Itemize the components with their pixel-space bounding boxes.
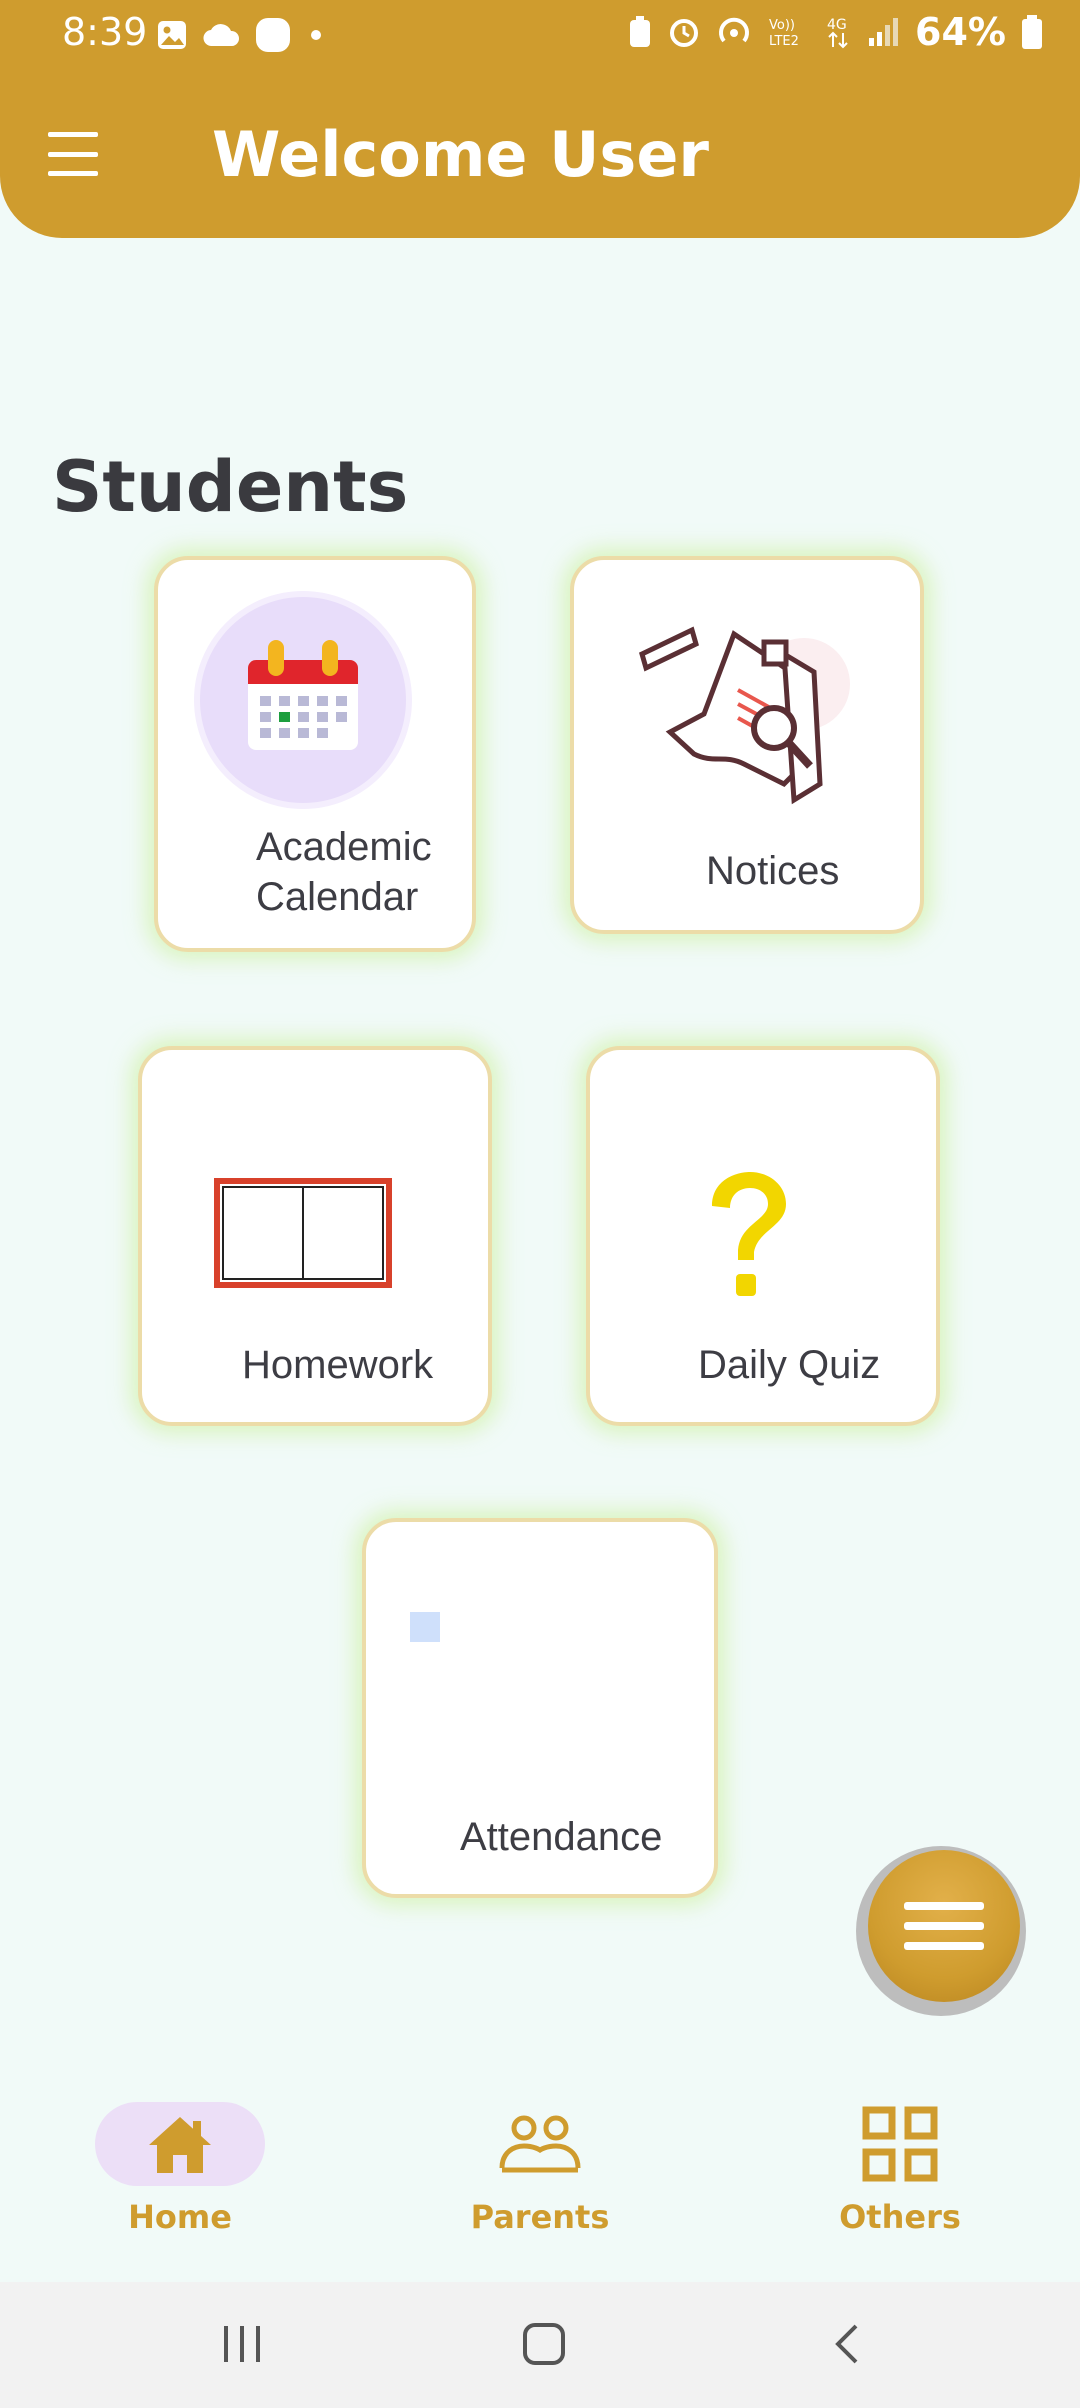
cloud-icon xyxy=(203,24,240,47)
homework-label: Homework xyxy=(242,1343,434,1387)
book-icon xyxy=(214,1178,392,1288)
home-icon xyxy=(149,2117,211,2173)
notices-icon xyxy=(639,626,850,805)
academic-calendar-label: Academic Calendar xyxy=(256,825,432,919)
network-type-label: 4G xyxy=(827,17,847,33)
parents-icon xyxy=(499,2115,581,2173)
daily-quiz-label: Daily Quiz xyxy=(698,1343,881,1387)
battery-icon xyxy=(1022,15,1042,49)
attendance-card[interactable]: Attendance xyxy=(362,1518,718,1898)
alarm-icon xyxy=(670,19,699,47)
nav-home-label: Home xyxy=(128,2198,232,2236)
bottom-navigation: Home Parents Others xyxy=(0,2060,1080,2280)
status-right-icons: Vo)) LTE2 4G 64% xyxy=(627,10,1044,54)
academic-calendar-card[interactable]: Academic Calendar xyxy=(154,556,476,952)
status-notification-icons xyxy=(156,16,326,54)
dot-icon xyxy=(311,30,321,40)
section-title: Students xyxy=(52,446,409,528)
svg-text:LTE2: LTE2 xyxy=(769,34,799,49)
menu-icon xyxy=(868,1850,1020,2002)
network-type-icon: 4G xyxy=(827,17,848,49)
attendance-label: Attendance xyxy=(460,1815,663,1859)
notices-label: Notices xyxy=(706,849,840,893)
nav-parents-label: Parents xyxy=(470,2198,610,2236)
nav-others-label: Others xyxy=(839,2198,961,2236)
nav-home[interactable]: Home xyxy=(60,2102,300,2236)
back-icon[interactable] xyxy=(826,2322,870,2366)
floating-menu-button[interactable] xyxy=(856,1846,1026,2016)
hamburger-menu-button[interactable] xyxy=(42,126,104,182)
status-bar: 8:39 Vo)) LTE2 4G 64% xyxy=(0,0,1080,70)
gallery-icon xyxy=(158,21,186,49)
calendar-icon xyxy=(194,591,412,809)
status-time: 8:39 xyxy=(62,10,148,54)
battery-saver-icon xyxy=(630,16,651,47)
recent-apps-icon[interactable] xyxy=(220,2322,264,2366)
nav-home-active-indicator xyxy=(95,2102,265,2186)
daily-quiz-card[interactable]: Daily Quiz xyxy=(586,1046,940,1426)
app-notification-icon xyxy=(256,18,290,52)
svg-text:Vo)): Vo)) xyxy=(769,18,795,33)
system-navigation-bar xyxy=(0,2282,1080,2408)
homework-card[interactable]: Homework xyxy=(138,1046,492,1426)
app-header: 8:39 Vo)) LTE2 4G 64% Welcome User xyxy=(0,0,1080,238)
volte-icon: Vo)) LTE2 xyxy=(769,18,799,49)
nav-others[interactable]: Others xyxy=(780,2102,1020,2236)
signal-icon xyxy=(869,18,899,46)
battery-level: 64% xyxy=(915,10,1006,54)
notices-card[interactable]: Notices xyxy=(570,556,924,934)
nav-parents[interactable]: Parents xyxy=(420,2102,660,2236)
grid-icon xyxy=(862,2106,938,2182)
page-title: Welcome User xyxy=(212,118,709,191)
attendance-image-placeholder xyxy=(410,1612,440,1642)
home-button-icon[interactable] xyxy=(522,2322,566,2366)
hotspot-icon xyxy=(719,17,750,43)
question-mark-icon xyxy=(712,1172,786,1296)
